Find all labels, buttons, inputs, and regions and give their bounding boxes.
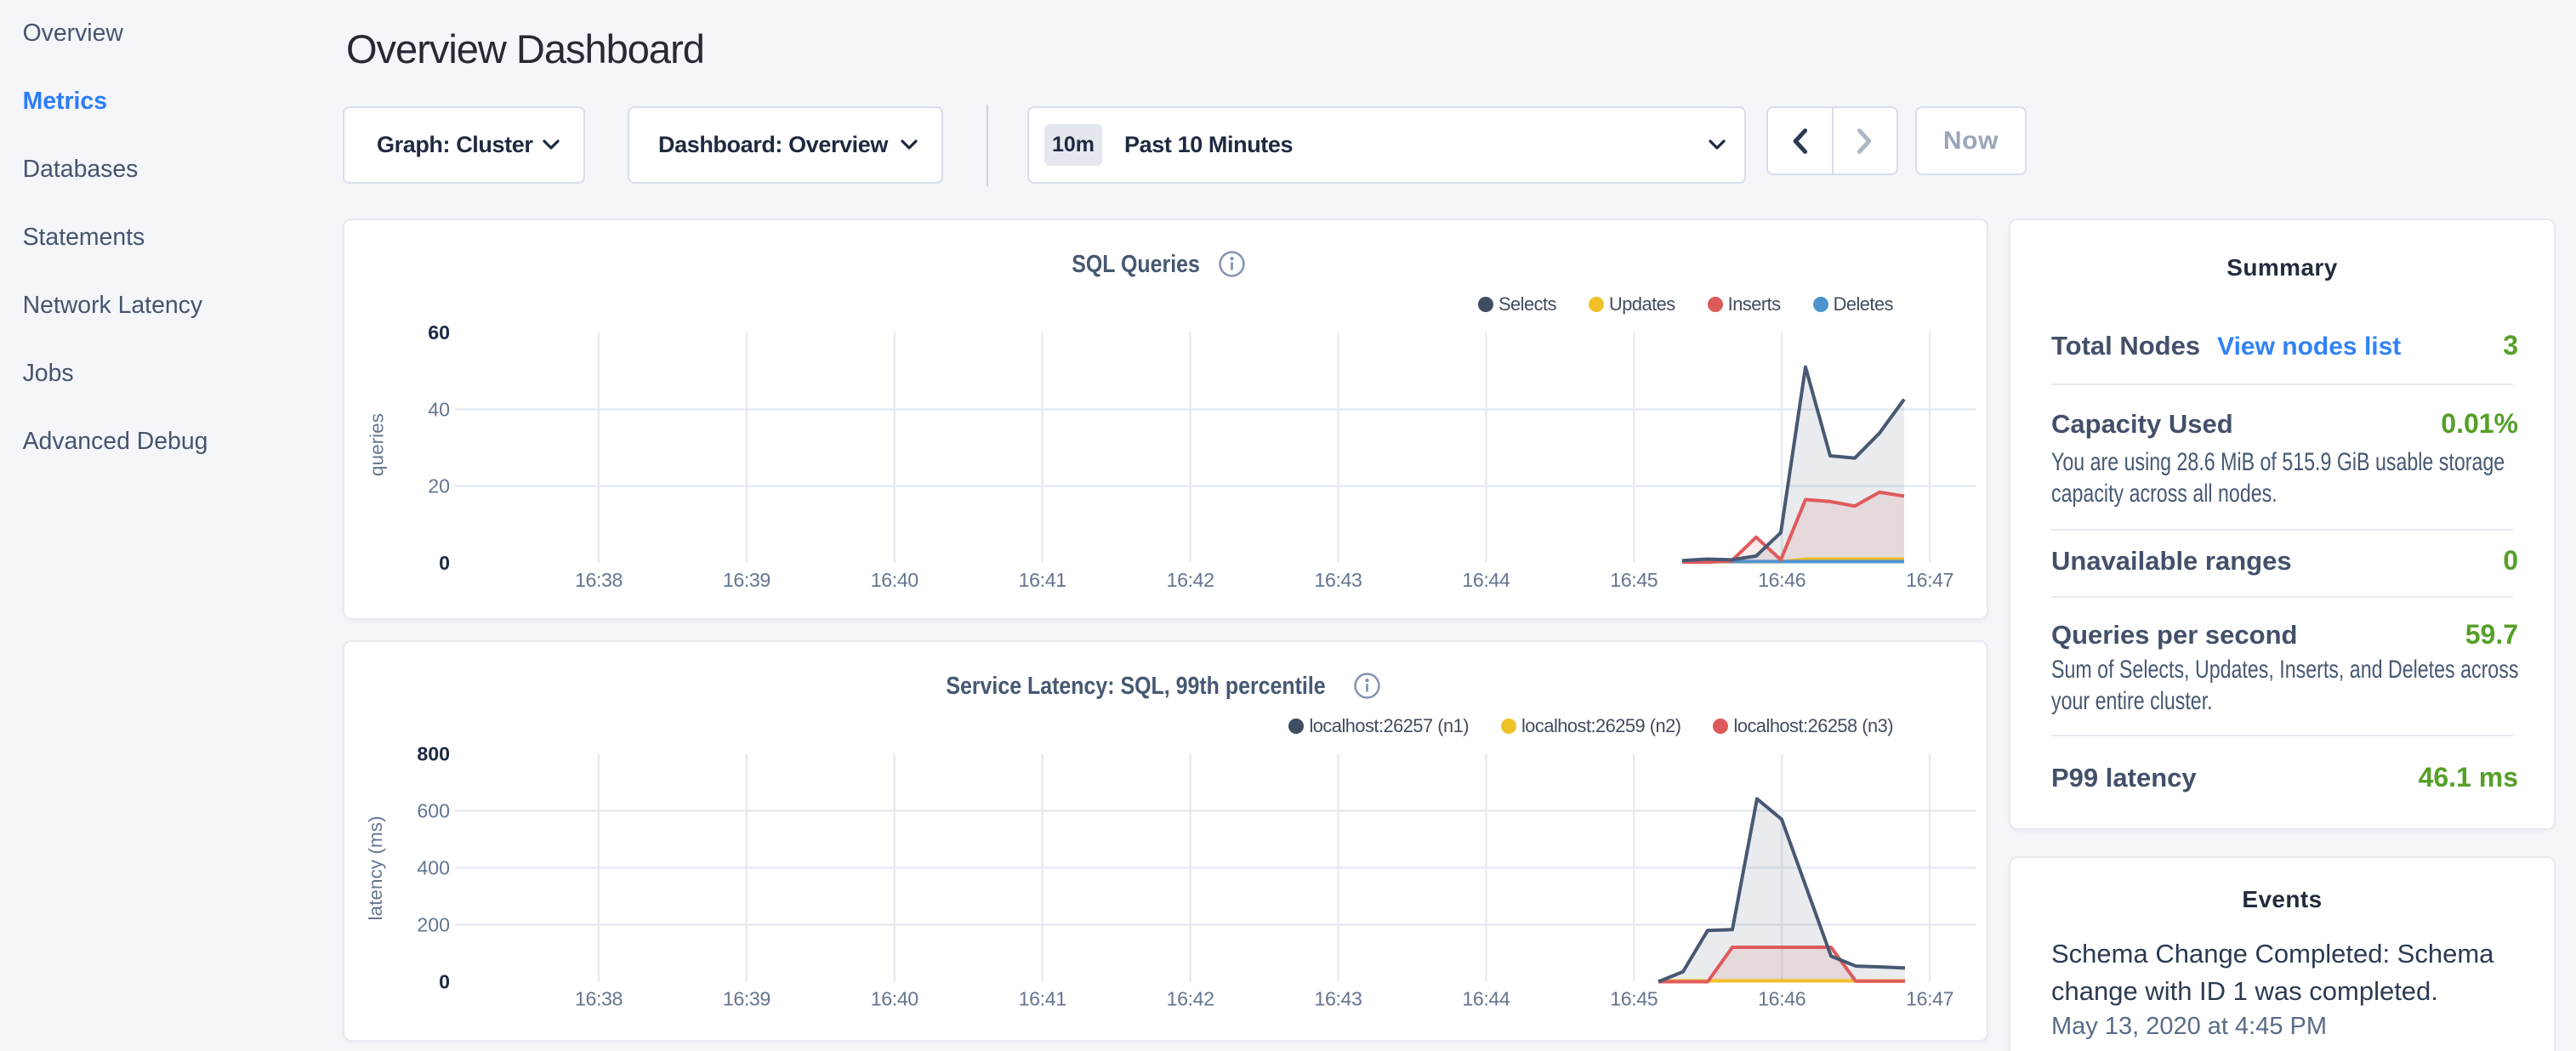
- svg-text:16:42: 16:42: [1167, 987, 1214, 1009]
- svg-text:16:41: 16:41: [1019, 569, 1066, 591]
- svg-text:16:44: 16:44: [1462, 987, 1510, 1009]
- svg-text:16:38: 16:38: [575, 569, 623, 591]
- svg-text:16:45: 16:45: [1610, 569, 1658, 591]
- svg-text:800: 800: [417, 742, 450, 764]
- svg-text:200: 200: [417, 913, 450, 935]
- svg-text:0: 0: [439, 970, 450, 992]
- svg-text:16:47: 16:47: [1906, 569, 1953, 591]
- svg-text:600: 600: [417, 799, 450, 821]
- svg-text:16:43: 16:43: [1314, 569, 1362, 591]
- svg-text:16:45: 16:45: [1610, 987, 1658, 1009]
- svg-text:16:40: 16:40: [871, 987, 918, 1009]
- svg-text:16:38: 16:38: [575, 987, 623, 1009]
- svg-text:16:39: 16:39: [723, 569, 771, 591]
- svg-text:16:43: 16:43: [1314, 987, 1362, 1009]
- svg-text:latency (ms): latency (ms): [365, 815, 386, 920]
- svg-text:16:42: 16:42: [1167, 569, 1214, 591]
- svg-text:16:46: 16:46: [1758, 987, 1805, 1009]
- svg-text:queries: queries: [367, 413, 388, 476]
- svg-text:60: 60: [428, 321, 450, 344]
- svg-text:16:47: 16:47: [1906, 987, 1953, 1009]
- svg-text:16:44: 16:44: [1462, 569, 1510, 591]
- svg-text:16:41: 16:41: [1019, 987, 1066, 1009]
- svg-text:40: 40: [428, 398, 450, 420]
- svg-text:400: 400: [417, 856, 450, 878]
- svg-text:20: 20: [428, 475, 450, 497]
- svg-text:16:40: 16:40: [871, 569, 918, 591]
- svg-text:0: 0: [439, 552, 450, 574]
- svg-text:16:46: 16:46: [1758, 569, 1805, 591]
- svg-text:16:39: 16:39: [723, 987, 771, 1009]
